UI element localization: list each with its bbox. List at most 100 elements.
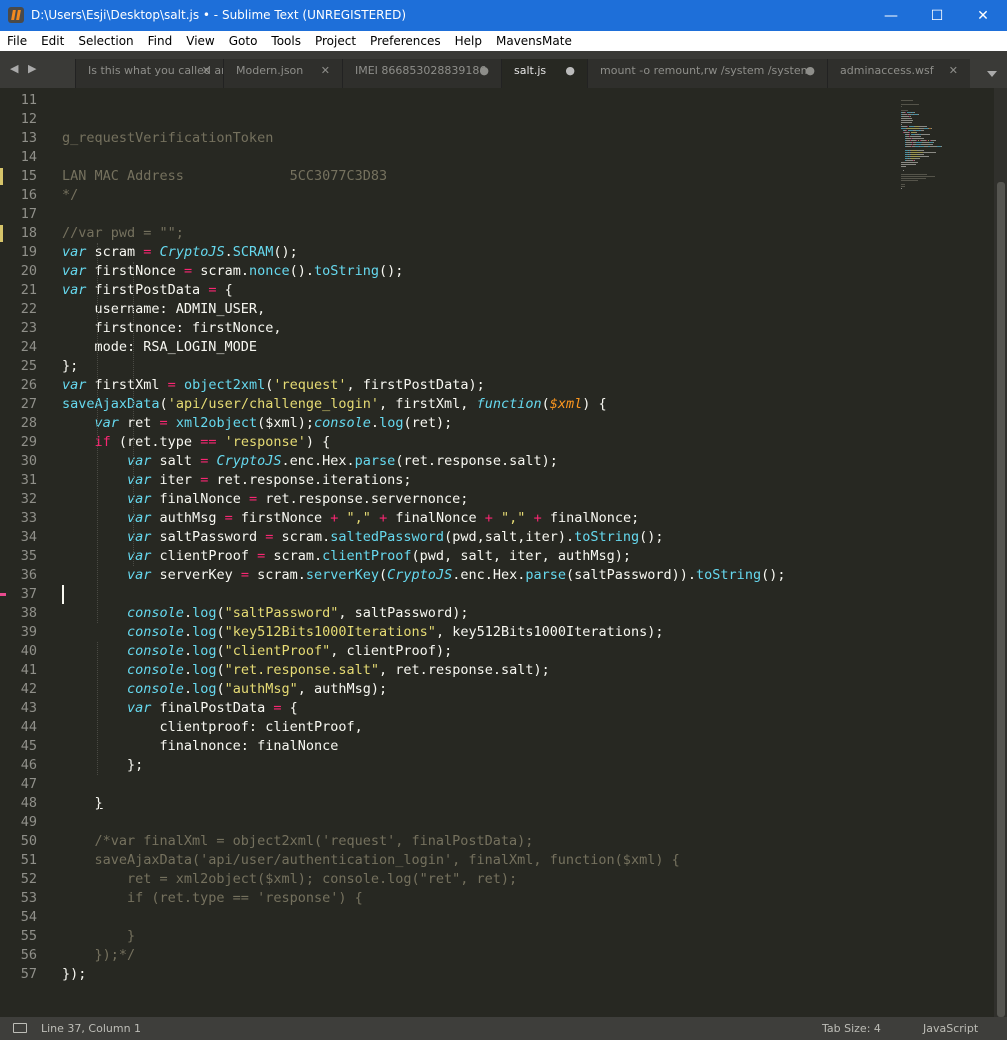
tab-5[interactable]: adminaccess.wsf ✕ (827, 59, 970, 88)
minimap-stroke (928, 140, 929, 141)
tab-2[interactable]: IMEI 866853028839186 ● (342, 59, 501, 88)
unsaved-dot-icon[interactable]: ● (565, 64, 575, 77)
line-number: 17 (20, 206, 37, 222)
minimap-stroke (926, 140, 927, 141)
minimap-stroke (909, 134, 910, 135)
minimap-stroke (901, 184, 905, 185)
minimap-stroke (921, 144, 933, 145)
code-line: 11 (0, 91, 994, 110)
code-line: 50 /*var finalXml = object2xml('request'… (0, 832, 994, 851)
line-number: 57 (20, 966, 37, 982)
line-number: 38 (20, 605, 37, 621)
tab-1[interactable]: Modern.json ✕ (223, 59, 342, 88)
tab-4[interactable]: mount -o remount,rw /system /system ● (587, 59, 827, 88)
code-line: 36 var serverKey = scram.serverKey(Crypt… (0, 566, 994, 585)
minimap-stroke (917, 154, 924, 155)
code-line: 49 (0, 813, 994, 832)
code-text: var firstXml = object2xml('request', fir… (62, 377, 485, 393)
line-number: 29 (20, 434, 37, 450)
tab-3[interactable]: salt.js ● (501, 59, 587, 88)
line-number: 44 (20, 719, 37, 735)
line-number: 25 (20, 358, 37, 374)
minimap-stroke (910, 116, 911, 117)
code-text: } (94, 795, 103, 811)
code-text: finalnonce: finalNonce (62, 738, 339, 754)
menu-help[interactable]: Help (448, 34, 489, 48)
line-number: 13 (20, 130, 37, 146)
minimap-stroke (901, 186, 905, 187)
code-text: console.log("clientProof", clientProof); (127, 643, 453, 659)
code-text: var clientProof = scram.clientProof(pwd,… (127, 548, 631, 564)
menu-goto[interactable]: Goto (222, 34, 265, 48)
code-text: if (ret.type == 'response') { (62, 890, 363, 906)
maximize-button[interactable]: ☐ (914, 0, 960, 31)
minimap-stroke (912, 138, 924, 139)
tab-0[interactable]: Is this what you called anx ✕ (75, 59, 223, 88)
line-number: 36 (20, 567, 37, 583)
code-line: 16 */ (0, 186, 994, 205)
line-number: 39 (20, 624, 37, 640)
code-text: saveAjaxData('api/user/authentication_lo… (62, 852, 680, 868)
code-line: 56 });*/ (0, 946, 994, 965)
code-line: 31 var iter = ret.response.iterations; (0, 471, 994, 490)
minimap-stroke (921, 134, 930, 135)
line-number: 31 (20, 472, 37, 488)
line-number: 48 (20, 795, 37, 811)
code-line: 32 var finalNonce = ret.response.servern… (0, 490, 994, 509)
tab-size-selector[interactable]: Tab Size: 4 (822, 1022, 881, 1035)
status-bar: Line 37, Column 1 Tab Size: 4 JavaScript (0, 1017, 1007, 1040)
menu-file[interactable]: File (0, 34, 34, 48)
line-number: 35 (20, 548, 37, 564)
minimap-stroke (901, 122, 912, 123)
code-line: 45 finalnonce: finalNonce (0, 737, 994, 756)
minimap-stroke (919, 126, 927, 127)
menu-mavensmate[interactable]: MavensMate (489, 34, 579, 48)
panel-toggle-icon[interactable] (13, 1023, 27, 1033)
minimap-stroke (918, 140, 919, 141)
minimap-stroke (906, 130, 907, 131)
code-text: } (62, 928, 136, 944)
tab-close-icon[interactable]: ✕ (949, 64, 958, 77)
menu-find[interactable]: Find (141, 34, 180, 48)
minimap-stroke (907, 126, 908, 127)
minimap[interactable] (897, 88, 994, 208)
close-window-button[interactable]: ✕ (960, 0, 1006, 31)
unsaved-dot-icon[interactable]: ● (479, 64, 489, 77)
code-text: console.log("saltPassword", saltPassword… (127, 605, 469, 621)
menu-project[interactable]: Project (308, 34, 363, 48)
syntax-selector[interactable]: JavaScript (923, 1022, 978, 1035)
code-text: username: ADMIN_USER, (62, 301, 266, 317)
code-text: var firstPostData = { (62, 282, 233, 298)
minimap-stroke (901, 164, 916, 165)
sublime-app-icon (8, 7, 24, 23)
tab-dropdown-icon[interactable] (987, 71, 997, 77)
code-text: var salt = CryptoJS.enc.Hex.parse(ret.re… (127, 453, 558, 469)
menu-bar: File Edit Selection Find View Goto Tools Projec… (0, 31, 1007, 51)
code-text: }); (62, 966, 87, 982)
line-number: 12 (20, 111, 37, 127)
line-number: 33 (20, 510, 37, 526)
scrollbar-thumb[interactable] (997, 182, 1005, 1017)
minimap-stroke (906, 160, 913, 161)
menu-edit[interactable]: Edit (34, 34, 71, 48)
tab-close-icon[interactable]: ✕ (202, 64, 211, 77)
menu-selection[interactable]: Selection (71, 34, 140, 48)
code-text: LAN MAC Address 5CC3077C3D83 (62, 168, 388, 184)
code-line: 43 var finalPostData = { (0, 699, 994, 718)
menu-preferences[interactable]: Preferences (363, 34, 448, 48)
minimap-stroke (901, 162, 918, 163)
code-editor[interactable]: 555DFE7FA5111213g_requestVerificationTok… (0, 88, 994, 1017)
line-number: 51 (20, 852, 37, 868)
tab-nav-arrows[interactable]: ◀ ▶ (10, 62, 39, 75)
code-line: 13 g_requestVerificationToken (0, 129, 994, 148)
code-text: var ret = xml2object($xml);console.log(r… (94, 415, 453, 431)
code-line: 37 (0, 585, 994, 604)
unsaved-dot-icon[interactable]: ● (805, 64, 815, 77)
tab-close-icon[interactable]: ✕ (321, 64, 330, 77)
minimize-button[interactable]: — (868, 0, 914, 31)
menu-view[interactable]: View (179, 34, 221, 48)
code-text: saveAjaxData('api/user/challenge_login',… (62, 396, 607, 412)
line-number: 49 (20, 814, 37, 830)
menu-tools[interactable]: Tools (264, 34, 308, 48)
code-line: 51 saveAjaxData('api/user/authentication… (0, 851, 994, 870)
